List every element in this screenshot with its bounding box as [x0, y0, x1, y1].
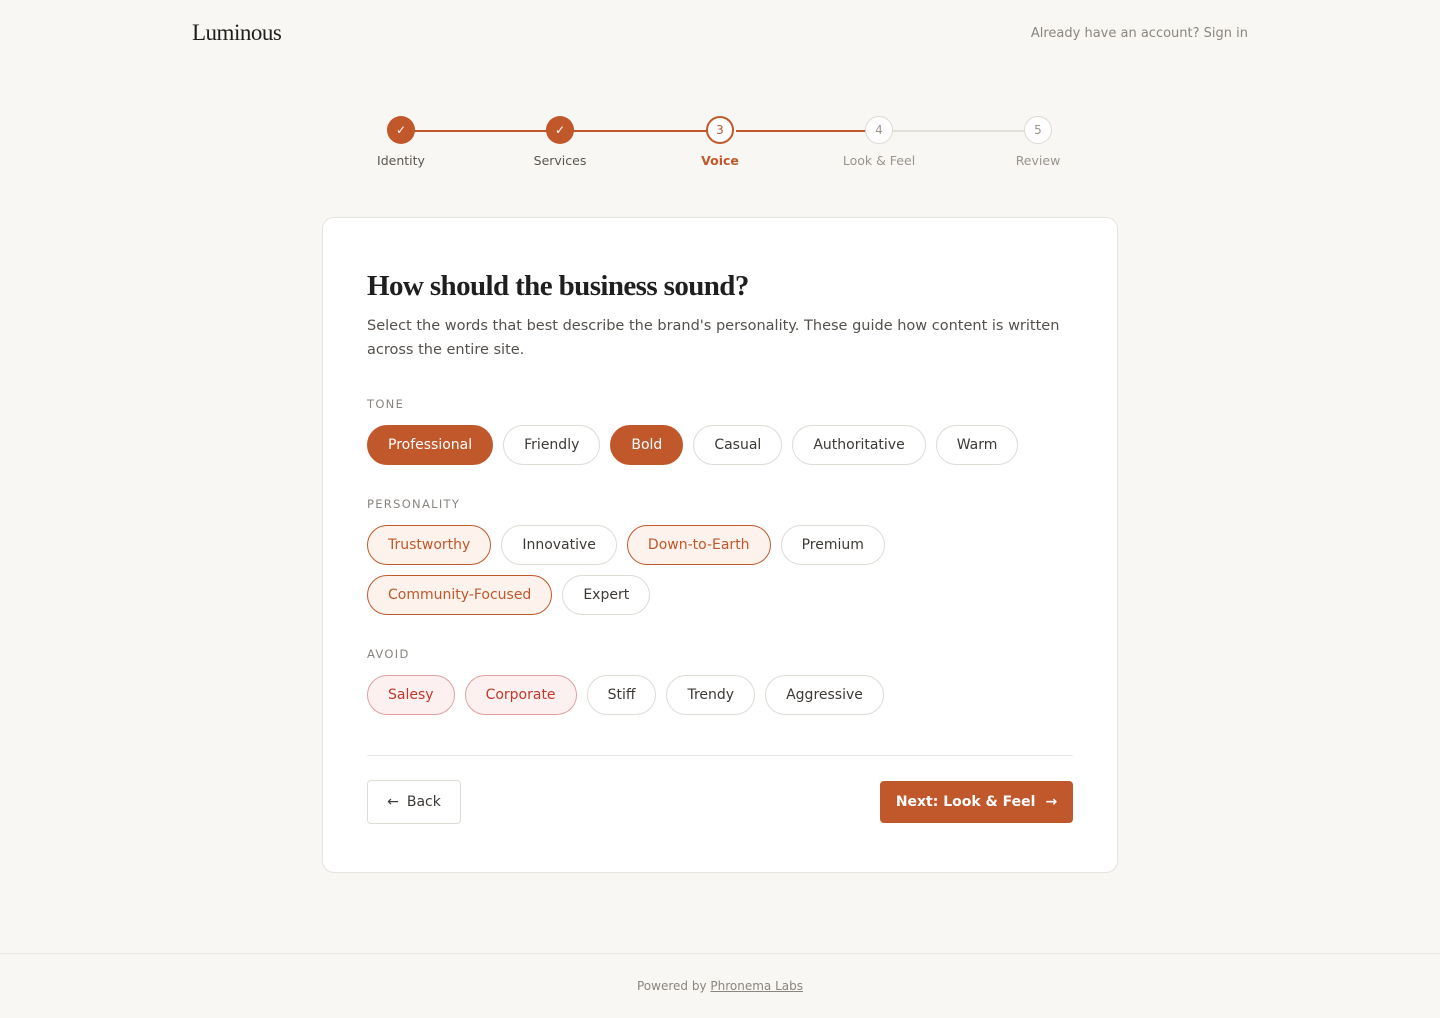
tone-options: Professional Friendly Bold Casual Authoritat… [367, 425, 1087, 465]
step-label: Review [1015, 153, 1061, 168]
step-voice[interactable]: 3 Voice [670, 116, 770, 168]
avoid-options: Salesy Corporate Stiff Trendy Aggressive [367, 675, 1087, 715]
voice-card: How should the business sound? Select th… [322, 217, 1118, 873]
personality-chip-trustworthy[interactable]: Trustworthy [367, 525, 492, 565]
arrow-right-icon: → [1045, 794, 1058, 810]
card-title: How should the business sound? [367, 270, 749, 302]
header: Luminous Already have an account? Sign i… [0, 0, 1440, 70]
arrow-left-icon: ← [387, 794, 399, 810]
personality-options: Trustworthy Innovative Down-to-Earth Premiu… [367, 525, 1077, 615]
progress-stepper: ✓ Identity ✓ Services 3 Voice 4 Look & F… [360, 116, 1080, 176]
footer-text: Powered by Phronema Labs [0, 979, 1440, 993]
next-label: Next: Look & Feel [895, 794, 1036, 810]
step-number: 5 [1024, 116, 1052, 144]
step-label: Identity [377, 153, 425, 168]
back-label: Back [406, 794, 441, 810]
footer: Powered by Phronema Labs [0, 953, 1440, 1018]
tone-chip-warm[interactable]: Warm [935, 425, 1019, 465]
personality-chip-premium[interactable]: Premium [780, 525, 885, 565]
step-label: Voice [701, 153, 739, 168]
step-label: Look & Feel [842, 153, 916, 168]
avoid-chip-stiff[interactable]: Stiff [586, 675, 657, 715]
next-button[interactable]: Next: Look & Feel → [880, 781, 1073, 823]
personality-chip-expert[interactable]: Expert [562, 575, 651, 615]
avoid-label: AVOID [367, 647, 410, 661]
personality-chip-down-to-earth[interactable]: Down-to-Earth [626, 525, 771, 565]
tone-chip-casual[interactable]: Casual [693, 425, 783, 465]
step-number: 3 [706, 116, 734, 144]
footer-prefix: Powered by [637, 979, 707, 993]
logo[interactable]: Luminous [192, 20, 282, 46]
check-icon: ✓ [546, 116, 574, 144]
avoid-chip-corporate[interactable]: Corporate [464, 675, 577, 715]
tone-chip-professional[interactable]: Professional [367, 425, 494, 465]
card-description: Select the words that best describe the … [367, 318, 1060, 358]
step-review[interactable]: 5 Review [988, 116, 1088, 168]
step-look-and-feel[interactable]: 4 Look & Feel [829, 116, 929, 168]
step-number: 4 [865, 116, 893, 144]
personality-label: PERSONALITY [367, 497, 461, 511]
avoid-chip-aggressive[interactable]: Aggressive [765, 675, 884, 715]
check-icon: ✓ [387, 116, 415, 144]
personality-chip-community-focused[interactable]: Community-Focused [367, 575, 553, 615]
back-button[interactable]: ← Back [367, 780, 461, 824]
avoid-chip-trendy[interactable]: Trendy [666, 675, 756, 715]
personality-chip-innovative[interactable]: Innovative [501, 525, 617, 565]
tone-chip-authoritative[interactable]: Authoritative [792, 425, 926, 465]
avoid-chip-salesy[interactable]: Salesy [367, 675, 455, 715]
sign-in-link[interactable]: Already have an account? Sign in [1031, 26, 1248, 41]
tone-label: TONE [367, 397, 405, 411]
divider [367, 755, 1073, 756]
step-services[interactable]: ✓ Services [510, 116, 610, 168]
footer-link[interactable]: Phronema Labs [710, 979, 803, 993]
step-identity[interactable]: ✓ Identity [351, 116, 451, 168]
tone-chip-bold[interactable]: Bold [610, 425, 684, 465]
tone-chip-friendly[interactable]: Friendly [503, 425, 601, 465]
step-label: Services [533, 153, 587, 168]
